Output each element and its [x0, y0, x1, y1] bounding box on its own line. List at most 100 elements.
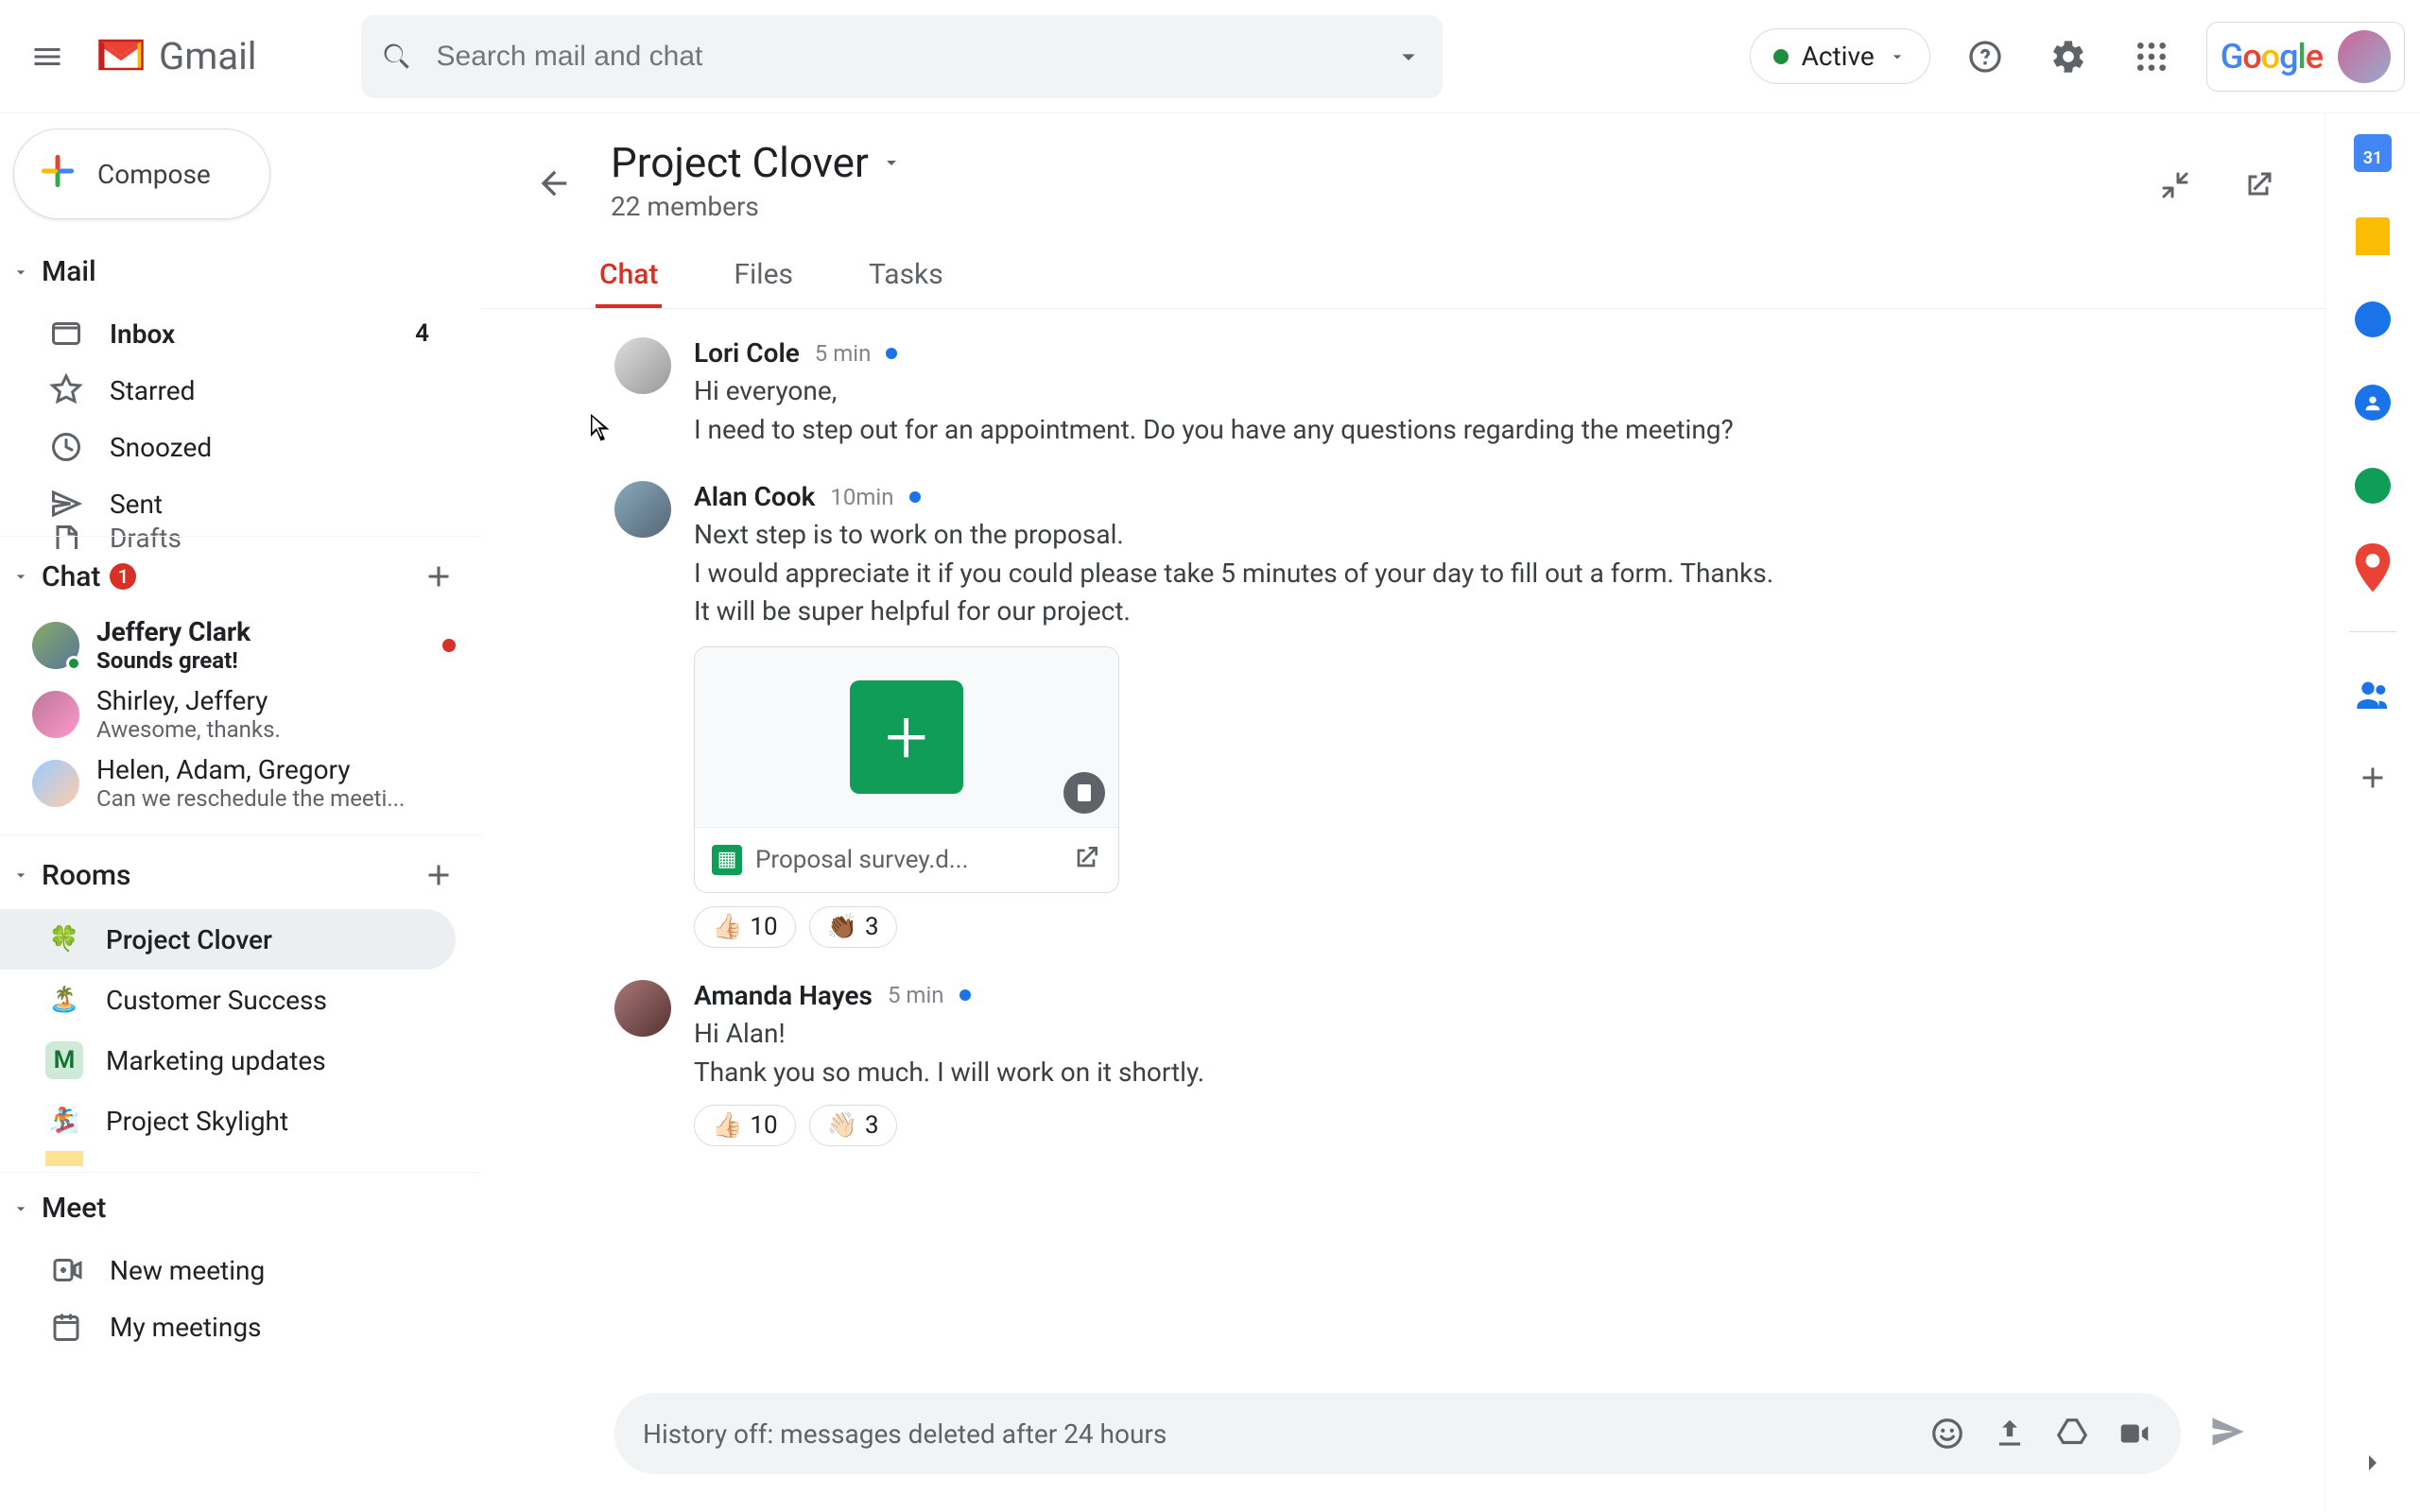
main-menu-button[interactable] — [9, 19, 85, 94]
presence-dot-icon — [66, 656, 81, 671]
collapse-button[interactable] — [2147, 157, 2204, 214]
hamburger-icon — [30, 40, 64, 74]
chevron-down-icon — [11, 567, 30, 586]
hangouts-addon[interactable] — [2352, 465, 2394, 507]
section-meet-header[interactable]: Meet — [0, 1172, 482, 1242]
support-button[interactable] — [1957, 28, 2014, 85]
tab-tasks[interactable]: Tasks — [865, 245, 947, 308]
gmail-logo[interactable]: Gmail — [93, 33, 257, 80]
search-input[interactable] — [437, 41, 1393, 73]
new-room-button[interactable] — [422, 858, 456, 892]
section-rooms-header[interactable]: Rooms — [0, 834, 482, 909]
contacts-icon — [2355, 385, 2391, 421]
open-new-button[interactable] — [2230, 157, 2287, 214]
gmail-logo-icon — [93, 33, 149, 80]
sidebar: Compose Mail Inbox4StarredSnoozedSentDra… — [0, 113, 482, 1512]
meet-icon — [49, 1253, 83, 1287]
maps-addon[interactable] — [2352, 548, 2394, 590]
message-avatar — [614, 481, 671, 538]
tab-chat[interactable]: Chat — [596, 245, 662, 308]
chat-item[interactable]: Jeffery ClarkSounds great! — [0, 610, 482, 679]
chat-item[interactable]: Helen, Adam, GregoryCan we reschedule th… — [0, 748, 482, 817]
room-item[interactable] — [0, 1151, 456, 1166]
chevron-down-icon — [11, 263, 30, 282]
side-panel: 31 — [2325, 113, 2420, 1512]
message-author: Lori Cole — [694, 337, 800, 369]
message-composer[interactable]: History off: messages deleted after 24 h… — [614, 1393, 2181, 1474]
mail-nav-snoozed[interactable]: Snoozed — [0, 419, 456, 475]
room-icon: 🏂 — [45, 1102, 83, 1140]
tab-files[interactable]: Files — [730, 245, 797, 308]
tasks-addon[interactable] — [2352, 299, 2394, 340]
meet-nav-item[interactable]: New meeting — [0, 1242, 456, 1298]
send-button[interactable] — [2207, 1411, 2249, 1456]
mail-nav-starred[interactable]: Starred — [0, 362, 456, 419]
message-time: 5 min — [815, 340, 872, 367]
get-addons-button[interactable] — [2352, 757, 2394, 799]
apps-button[interactable] — [2123, 28, 2180, 85]
room-title[interactable]: Project Clover — [611, 138, 903, 187]
upload-button[interactable] — [1992, 1416, 2028, 1452]
status-label: Active — [1802, 41, 1875, 72]
reaction-chip[interactable]: 👏🏾3 — [809, 906, 897, 948]
search-dropdown-icon[interactable] — [1393, 42, 1424, 72]
chevron-down-icon — [11, 1199, 30, 1218]
video-meet-button[interactable] — [2117, 1416, 2152, 1452]
composer-placeholder: History off: messages deleted after 24 h… — [643, 1418, 1167, 1450]
account-avatar — [2338, 30, 2391, 83]
people-addon[interactable] — [2352, 674, 2394, 715]
message: Lori Cole5 minHi everyone, I need to ste… — [614, 337, 2249, 449]
chevron-down-icon — [1888, 47, 1907, 66]
emoji-button[interactable] — [1929, 1416, 1965, 1452]
gmail-logo-text: Gmail — [159, 34, 257, 78]
arrow-back-icon — [535, 164, 573, 202]
apps-grid-icon — [2133, 38, 2170, 76]
chat-avatar — [32, 622, 79, 669]
calendar-addon[interactable]: 31 — [2352, 132, 2394, 174]
reaction-chip[interactable]: 👋🏻3 — [809, 1105, 897, 1146]
message-author: Alan Cook — [694, 481, 815, 512]
contacts-addon[interactable] — [2352, 382, 2394, 423]
search-bar[interactable] — [361, 15, 1443, 98]
search-icon — [380, 40, 414, 74]
sent-icon — [49, 487, 83, 521]
drive-button[interactable] — [2054, 1416, 2090, 1452]
tasks-icon — [2355, 301, 2391, 337]
sheets-icon: ▦ — [712, 845, 742, 875]
google-account-chip[interactable]: Google — [2206, 22, 2405, 92]
new-chat-button[interactable] — [422, 559, 456, 593]
message-avatar — [614, 980, 671, 1037]
unread-indicator-icon — [886, 348, 897, 359]
status-pill[interactable]: Active — [1750, 28, 1930, 84]
meet-nav-item[interactable]: My meetings — [0, 1298, 456, 1355]
google-logo-text: Google — [2221, 37, 2323, 77]
room-icon: M — [45, 1041, 83, 1079]
open-attachment-button[interactable] — [1071, 843, 1101, 877]
keep-icon — [2356, 217, 2390, 255]
sheets-icon: + — [850, 680, 963, 794]
mail-nav-inbox[interactable]: Inbox4 — [0, 305, 456, 362]
plus-icon — [2356, 761, 2390, 795]
attachment-card[interactable]: + ▦ Proposal survey.d... — [694, 646, 1119, 893]
keep-addon[interactable] — [2352, 215, 2394, 257]
message-text: Hi Alan! Thank you so much. I will work … — [694, 1015, 2249, 1091]
settings-button[interactable] — [2040, 28, 2097, 85]
reaction-chip[interactable]: 👍🏻10 — [694, 1105, 796, 1146]
attachment-name: Proposal survey.d... — [755, 846, 1058, 874]
room-item[interactable]: MMarketing updates — [0, 1030, 456, 1091]
main-content: Project Clover 22 members Chat Files Tasks… — [482, 113, 2325, 1512]
chat-avatar — [32, 760, 79, 807]
room-item[interactable]: 🍀Project Clover — [0, 909, 456, 970]
maps-icon — [2352, 543, 2394, 595]
room-item[interactable]: 🏝️Customer Success — [0, 970, 456, 1030]
compose-button[interactable]: Compose — [13, 129, 270, 219]
chat-item[interactable]: Shirley, JefferyAwesome, thanks. — [0, 679, 482, 748]
back-button[interactable] — [520, 149, 588, 217]
section-mail-header[interactable]: Mail — [0, 238, 482, 305]
room-subtitle: 22 members — [611, 191, 903, 222]
reaction-chip[interactable]: 👍🏻10 — [694, 906, 796, 948]
room-item[interactable]: 🏂Project Skylight — [0, 1091, 456, 1151]
section-chat-header[interactable]: Chat 1 — [0, 536, 482, 610]
hide-sidepanel-button[interactable] — [2352, 1442, 2394, 1484]
collapse-icon — [2158, 168, 2192, 202]
